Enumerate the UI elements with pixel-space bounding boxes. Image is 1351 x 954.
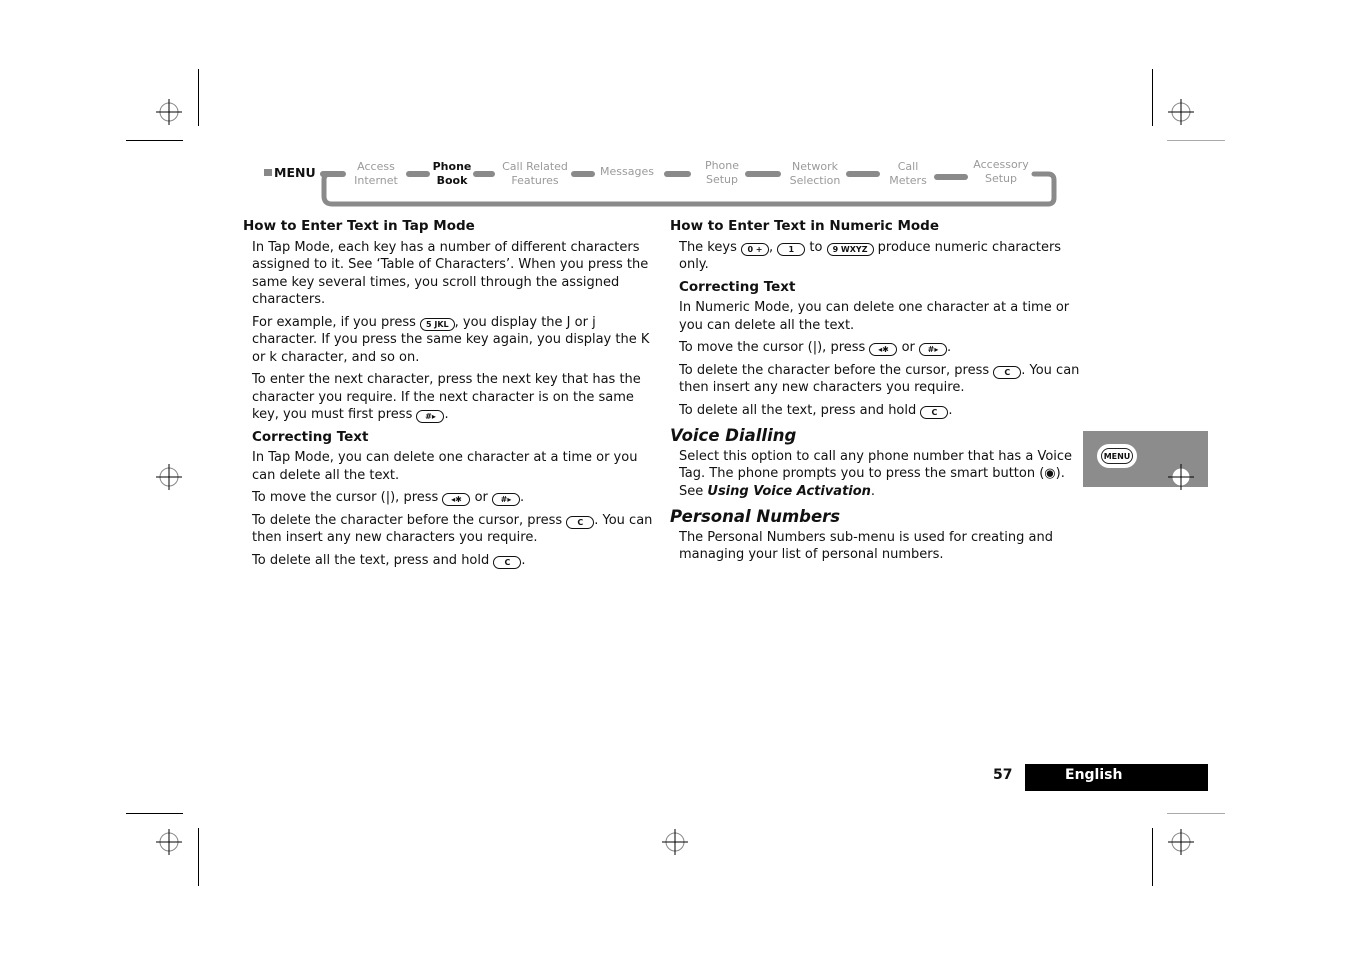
key-hash-icon: #▸ [919, 343, 948, 356]
registration-mark-icon [1168, 464, 1194, 490]
paragraph: In Tap Mode, you can delete one characte… [252, 450, 638, 483]
paragraph: Select this option to call any phone num… [679, 448, 1073, 499]
nav-connector [934, 174, 968, 180]
section-heading-numeric-mode: How to Enter Text in Numeric Mode [670, 218, 939, 234]
subheading-correcting-text: Correcting Text [679, 278, 796, 295]
nav-connector [320, 171, 346, 177]
nav-item-phone-setup[interactable]: Phone Setup [699, 159, 745, 187]
paragraph: To delete the character before the curso… [679, 362, 1080, 396]
registration-mark-icon [156, 464, 182, 490]
section-heading-personal-numbers: Personal Numbers [670, 507, 841, 526]
paragraph: To enter the next character, press the n… [252, 372, 641, 423]
key-star-icon: ◂✱ [869, 343, 898, 356]
registration-mark-icon [1168, 99, 1194, 125]
crop-mark [1152, 828, 1153, 886]
key-clear-icon: C [993, 365, 1022, 379]
key-0-icon: 0 + [740, 242, 769, 256]
paragraph: In Tap Mode, each key has a number of di… [252, 239, 649, 308]
registration-mark-icon [156, 829, 182, 855]
registration-mark-icon [1168, 829, 1194, 855]
menu-root-label: MENU [264, 165, 316, 180]
crop-mark [1167, 813, 1225, 814]
section-heading-voice-dialling: Voice Dialling [670, 426, 797, 445]
nav-connector [406, 171, 430, 177]
paragraph: The Personal Numbers sub-menu is used fo… [679, 529, 1053, 563]
registration-mark-icon [662, 829, 688, 855]
nav-item-network-selection[interactable]: Network Selection [787, 160, 843, 188]
subheading-correcting-text: Correcting Text [252, 428, 369, 445]
paragraph: To delete the character before the curso… [252, 512, 653, 546]
paragraph: In Numeric Mode, you can delete one char… [679, 300, 1070, 333]
crop-mark [198, 828, 199, 886]
nav-item-call-meters[interactable]: Call Meters [884, 160, 932, 188]
cross-reference-link[interactable]: Using Voice Activation [707, 484, 871, 499]
crop-mark [1167, 140, 1225, 141]
page-number: 57 [993, 767, 1013, 783]
paragraph: To move the cursor (|), press ◂✱ or #▸. [679, 340, 952, 356]
paragraph: To delete all the text, press and hold C… [252, 552, 526, 569]
crop-mark [126, 140, 183, 141]
key-clear-icon: C [493, 555, 522, 569]
crop-mark [1152, 69, 1153, 126]
key-clear-icon: C [920, 405, 949, 419]
section-heading-tap-mode: How to Enter Text in Tap Mode [243, 218, 475, 234]
key-star-icon: ◂✱ [442, 493, 471, 506]
nav-connector [473, 171, 495, 177]
key-hash-icon: #▸ [416, 410, 445, 423]
crop-mark [198, 69, 199, 126]
key-5-icon: 5 JKL [420, 317, 455, 331]
nav-item-call-related-features[interactable]: Call Related Features [498, 160, 572, 188]
paragraph: To delete all the text, press and hold C… [679, 402, 953, 419]
key-1-icon: 1 [777, 242, 806, 256]
nav-connector [846, 171, 880, 177]
nav-item-access-internet[interactable]: Access Internet [348, 160, 404, 188]
nav-connector [745, 171, 781, 177]
nav-item-messages[interactable]: Messages [597, 165, 657, 179]
key-clear-icon: C [566, 515, 595, 529]
paragraph: The keys 0 +, 1 to 9 WXYZ produce numeri… [679, 239, 1062, 273]
nav-item-phone-book[interactable]: Phone Book [430, 160, 474, 188]
nav-item-accessory-setup[interactable]: Accessory Setup [970, 158, 1032, 186]
paragraph: For example, if you press 5 JKL, you dis… [252, 314, 650, 365]
right-column: How to Enter Text in Numeric Mode The ke… [670, 218, 1082, 569]
nav-connector [571, 171, 595, 177]
crop-mark [126, 813, 183, 814]
left-column: How to Enter Text in Tap Mode In Tap Mod… [243, 218, 658, 574]
key-9-icon: 9 WXYZ [826, 242, 874, 256]
paragraph: To move the cursor (|), press ◂✱ or #▸. [252, 490, 525, 506]
key-hash-icon: #▸ [492, 493, 521, 506]
registration-mark-icon [156, 99, 182, 125]
menu-button-icon: MENU [1097, 444, 1137, 468]
nav-connector [664, 171, 691, 177]
language-label: English [1025, 764, 1208, 791]
